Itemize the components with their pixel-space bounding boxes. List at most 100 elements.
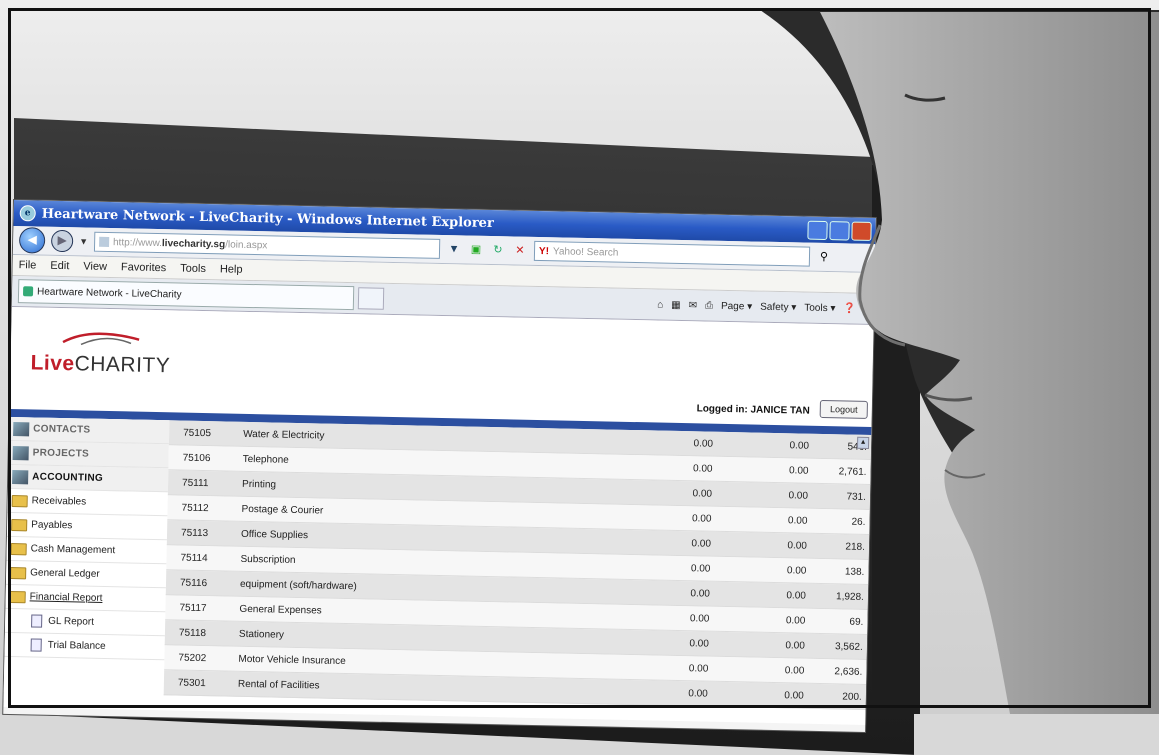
menu-edit[interactable]: Edit [50,260,69,272]
account-name: Water & Electricity [243,428,325,442]
sidebar-item-gl-report[interactable]: GL Report [4,608,166,637]
window-title: Heartware Network - LiveCharity - Window… [41,206,494,231]
window-controls [807,220,875,241]
stop-icon[interactable]: ✕ [512,242,528,258]
url-prefix: http://www. [112,236,163,249]
home-icon[interactable]: ⌂ [657,299,663,310]
refresh-icon[interactable]: ↻ [490,242,506,258]
account-code: 75106 [182,452,211,464]
sidebar-item-trial-balance[interactable]: Trial Balance [4,632,165,661]
value-debit: 0.00 [692,487,713,500]
contacts-icon [13,421,30,436]
print-icon[interactable]: ⎙ [705,300,713,311]
value-debit: 0.00 [691,537,712,550]
search-input[interactable]: Y! Yahoo! Search [533,240,811,267]
tab-label: Heartware Network - LiveCharity [36,286,182,301]
minimize-button[interactable] [807,220,828,240]
browser-window: e Heartware Network - LiveCharity - Wind… [3,200,876,732]
logout-button[interactable]: Logout [819,399,868,419]
header: LiveCHARITY Logged in: JANICE TAN Logout [10,307,874,421]
account-code: 75118 [178,627,207,639]
value-balance: 2,636. [834,665,863,678]
folder-icon [11,494,28,507]
monitor-bezel-right [872,165,920,714]
value-balance: 218. [845,540,866,553]
sidebar-item-label: CONTACTS [33,423,91,436]
logo-live: Live [30,351,75,376]
menu-help[interactable]: Help [220,263,243,275]
value-balance: 731. [846,491,867,503]
sidebar-item-financial-report[interactable]: Financial Report [5,584,166,613]
sidebar-item-contacts[interactable]: CONTACTS [8,416,170,445]
page-menu[interactable]: Page ▾ [721,300,752,312]
close-button[interactable] [851,221,872,241]
maximize-button[interactable] [829,220,850,241]
account-name: Office Supplies [240,528,309,541]
account-name: Motor Vehicle Insurance [238,653,346,667]
value-credit: 0.00 [787,539,808,552]
account-code: 75105 [183,427,212,439]
value-credit: 0.00 [784,689,804,702]
command-bar: ⌂ ▦ ✉ ⎙ Page ▾ Safety ▾ Tools ▾ ❓ [657,299,874,315]
url-input[interactable]: http://www. livecharity.sg/loin.aspx [93,231,441,259]
sidebar-item-general-ledger[interactable]: General Ledger [5,560,167,589]
folder-icon [9,590,26,603]
sidebar-item-accounting[interactable]: ACCOUNTING [7,464,169,493]
tab-livecharity[interactable]: Heartware Network - LiveCharity [17,279,355,311]
forward-icon[interactable]: ▶ [50,229,74,253]
logo-swoosh-icon [62,332,140,346]
dropdown-icon[interactable]: ▼ [446,241,462,257]
menu-favorites[interactable]: Favorites [121,261,166,274]
value-debit: 0.00 [691,512,712,525]
value-credit: 0.00 [785,614,806,627]
value-credit: 0.00 [788,489,809,502]
value-credit: 0.00 [785,639,805,652]
compatibility-icon[interactable]: ▣ [468,242,484,258]
folder-icon [10,566,27,579]
sidebar-item-cash-management[interactable]: Cash Management [6,536,167,565]
menu-tools[interactable]: Tools [180,262,206,275]
value-debit: 0.00 [689,612,710,625]
value-balance: 2,761. [838,465,867,478]
accounts-table: 75105Water & Electricity0.000.00546. 751… [163,420,872,710]
sidebar-item-label: PROJECTS [32,447,90,460]
help-icon[interactable]: ❓ [843,303,856,314]
sidebar-item-payables[interactable]: Payables [6,512,168,541]
value-debit: 0.00 [688,662,709,675]
menu-view[interactable]: View [83,260,107,272]
account-name: Subscription [240,553,296,566]
page-icon [98,236,110,247]
account-name: General Expenses [239,603,322,617]
account-name: Printing [241,478,277,491]
value-balance: 200. [842,690,862,703]
sidebar-item-receivables[interactable]: Receivables [7,488,168,517]
account-code: 75114 [180,552,208,564]
accounting-icon [12,469,29,484]
search-icon[interactable]: ⚲ [816,249,832,265]
projects-icon [12,445,29,460]
value-balance: 69. [849,616,864,628]
sidebar-item-label: Payables [31,519,73,532]
feeds-icon[interactable]: ▦ [671,299,681,310]
ie-icon: e [19,205,36,222]
tools-menu[interactable]: Tools ▾ [804,302,835,314]
sidebar-item-projects[interactable]: PROJECTS [8,440,169,469]
new-tab-button[interactable] [357,287,385,310]
account-code: 75116 [179,577,208,589]
scroll-up-icon[interactable]: ▲ [856,436,870,449]
value-debit: 0.00 [688,687,708,700]
value-credit: 0.00 [789,439,810,452]
account-name: Rental of Facilities [237,678,320,692]
app-logo[interactable]: LiveCHARITY [30,351,170,378]
value-credit: 0.00 [787,514,808,527]
report-icon [31,614,43,628]
history-dropdown-icon[interactable]: ▼ [79,236,88,246]
value-debit: 0.00 [690,587,711,600]
value-debit: 0.00 [692,462,713,475]
mail-icon[interactable]: ✉ [689,300,698,311]
back-icon[interactable]: ◀ [18,227,46,254]
safety-menu[interactable]: Safety ▾ [760,301,796,313]
menu-file[interactable]: File [19,259,37,271]
value-balance: 1,928. [835,590,864,603]
sidebar-item-label: ACCOUNTING [32,471,104,484]
